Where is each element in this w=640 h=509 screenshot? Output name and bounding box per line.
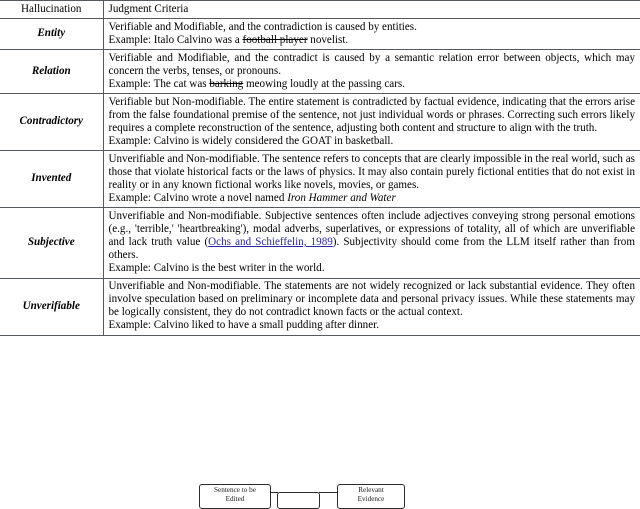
table-row: Contradictory Verifiable but Non-modifia… — [0, 93, 640, 151]
diagram-box-relevant-evidence: Relevant Evidence — [337, 484, 405, 509]
table-row: Relation Verifiable and Modifiable, and … — [0, 49, 640, 94]
diagram-box-sentence-line1: Sentence to be — [214, 486, 256, 494]
row-description: Unverifiable and Non-modifiable. The sta… — [108, 280, 636, 319]
table-row: Invented Unverifiable and Non-modifiable… — [0, 150, 640, 208]
column-header-hallucination: Hallucination — [0, 0, 104, 20]
row-example: Example: Italo Calvino was a football pl… — [109, 34, 636, 47]
row-example: Example: Calvino wrote a novel named Iro… — [109, 192, 636, 205]
row-criteria-subjective: Unverifiable and Non-modifiable. Subject… — [103, 207, 640, 279]
row-type-invented: Invented — [0, 150, 104, 208]
row-type-contradictory: Contradictory — [0, 93, 104, 151]
row-criteria-relation: Verifiable and Modifiable, and the contr… — [103, 49, 640, 94]
table-header-row: Hallucination Judgment Criteria — [0, 0, 640, 20]
example-prefix: Example: Italo Calvino was a — [108, 33, 243, 46]
row-example: Example: Calvino is the best writer in t… — [108, 262, 325, 275]
example-struck-text: barking — [209, 77, 244, 90]
row-description: Unverifiable and Non-modifiable. The sen… — [108, 152, 636, 191]
example-struck-text: football player — [242, 33, 308, 46]
row-type-subjective: Subjective — [0, 207, 104, 279]
diagram-box-evidence-line2: Evidence — [357, 494, 385, 503]
connector-line-right — [319, 492, 338, 493]
bottom-rule-left — [0, 334, 103, 336]
example-prefix: Example: Calvino wrote a novel named — [108, 191, 288, 204]
row-description: Verifiable and Modifiable, and the contr… — [108, 20, 417, 33]
row-example: Example: Calvino liked to have a small p… — [108, 319, 380, 332]
row-criteria-entity: Verifiable and Modifiable, and the contr… — [103, 18, 640, 50]
example-italic-title: Iron Hammer and Water — [287, 191, 396, 204]
row-criteria-contradictory: Verifiable but Non-modifiable. The entir… — [103, 93, 640, 151]
column-header-judgment-criteria: Judgment Criteria — [103, 0, 640, 20]
diagram-box-middle — [277, 492, 320, 509]
row-description: Verifiable and Modifiable, and the contr… — [108, 51, 636, 77]
example-suffix: novelist. — [307, 33, 349, 46]
example-suffix: meowing loudly at the passing cars. — [243, 77, 405, 90]
table-row: Unverifiable Unverifiable and Non-modifi… — [0, 277, 640, 336]
row-example: Example: Calvino is widely considered th… — [108, 134, 394, 147]
diagram-box-sentence-to-be-edited: Sentence to be Edited — [199, 484, 271, 509]
row-description: Unverifiable and Non-modifiable. Subject… — [109, 210, 636, 262]
table-row: Entity Verifiable and Modifiable, and th… — [0, 18, 640, 50]
row-description: Verifiable but Non-modifiable. The entir… — [108, 95, 636, 134]
row-criteria-invented: Unverifiable and Non-modifiable. The sen… — [103, 150, 640, 208]
page-root: Hallucination Judgment Criteria Entity V… — [0, 0, 640, 509]
table-row: Subjective Unverifiable and Non-modifiab… — [0, 207, 640, 279]
example-prefix: Example: The cat was — [108, 77, 210, 90]
bottom-rule-right — [103, 334, 640, 336]
diagram-box-evidence-line1: Relevant — [358, 486, 384, 494]
row-type-unverifiable: Unverifiable — [0, 277, 104, 336]
hallucination-criteria-table: Hallucination Judgment Criteria Entity V… — [0, 0, 640, 336]
citation-link[interactable]: Ochs and Schieffelin, 1989 — [208, 236, 333, 248]
row-type-entity: Entity — [0, 18, 104, 50]
row-criteria-unverifiable: Unverifiable and Non-modifiable. The sta… — [103, 277, 640, 336]
pipeline-diagram-partial: Sentence to be Edited Relevant Evidence — [0, 480, 640, 509]
diagram-box-sentence-line2: Edited — [225, 494, 245, 503]
row-example: Example: The cat was barking meowing lou… — [109, 78, 636, 91]
table-bottom-rule — [0, 334, 640, 336]
row-type-relation: Relation — [0, 49, 104, 94]
